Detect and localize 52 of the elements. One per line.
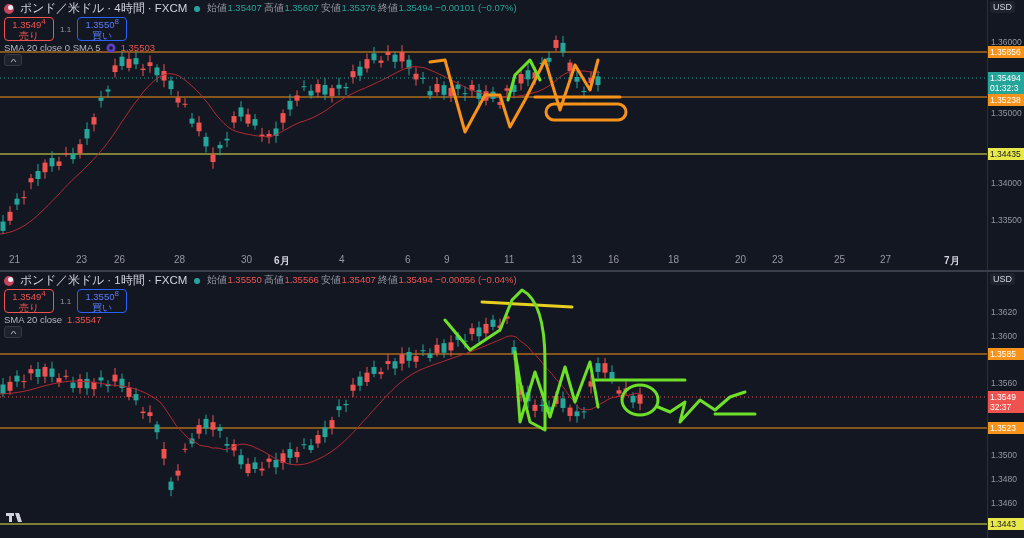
- sell-button[interactable]: 1.3549$^{4}$ 売り: [4, 17, 54, 41]
- time-tick: 25: [834, 254, 846, 265]
- spread-value: 1.1: [60, 296, 72, 306]
- indicator-name[interactable]: SMA 20 close 0 SMA 5: [4, 42, 101, 53]
- symbol-title[interactable]: ポンド／米ドル · 1時間 · FXCM: [20, 273, 188, 288]
- ohlc-values: 始値1.35407 高値1.35607 安値1.35376 終値1.35494 −0.00101 (−0.07%): [207, 2, 517, 15]
- price-marker: 1.3549 32:37: [988, 391, 1024, 413]
- time-tick: 4: [339, 254, 345, 265]
- indicator-value: 1.35503: [120, 42, 155, 53]
- time-tick: 6: [405, 254, 411, 265]
- price-marker: 1.35238: [988, 94, 1024, 106]
- time-tick: 20: [735, 254, 747, 265]
- indicator-value: 1.35547: [67, 314, 102, 325]
- price-marker: 1.3523: [988, 422, 1024, 434]
- time-tick: 26: [114, 254, 126, 265]
- time-tick: 6月: [274, 254, 290, 268]
- price-tick: 1.3500: [991, 450, 1017, 460]
- time-tick: 27: [880, 254, 892, 265]
- price-tick: 1.3600: [991, 331, 1017, 341]
- time-tick: 11: [504, 254, 515, 265]
- currency-label[interactable]: USD: [990, 1, 1015, 13]
- indicator-name[interactable]: SMA 20 close: [4, 314, 63, 325]
- price-tick: 1.33500: [991, 215, 1022, 225]
- time-tick: 13: [571, 254, 583, 265]
- symbol-title[interactable]: ポンド／米ドル · 4時間 · FXCM: [20, 1, 188, 16]
- price-tick: 1.34000: [991, 178, 1022, 188]
- price-tick: 1.36000: [991, 37, 1022, 47]
- price-marker: 1.34435: [988, 148, 1024, 160]
- price-tick: 1.3460: [991, 498, 1017, 508]
- time-tick: 28: [174, 254, 186, 265]
- price-tick: 1.3620: [991, 307, 1017, 317]
- ohlc-values: 始値1.35550 高値1.35566 安値1.35407 終値1.35494 −0.00056 (−0.04%): [207, 274, 517, 287]
- time-tick: 9: [444, 254, 450, 265]
- price-tick: 1.3480: [991, 474, 1017, 484]
- time-tick: 7月: [944, 254, 960, 268]
- time-tick: 23: [772, 254, 784, 265]
- price-marker: 1.35494 01:32:3: [988, 72, 1024, 94]
- currency-label[interactable]: USD: [990, 273, 1015, 285]
- price-tick: 1.3560: [991, 378, 1017, 388]
- time-tick: 21: [9, 254, 21, 265]
- time-tick: 23: [76, 254, 88, 265]
- buy-button[interactable]: 1.3550$^{8}$ 買い: [77, 289, 128, 313]
- price-marker: 1.3585: [988, 348, 1024, 360]
- time-tick: 18: [668, 254, 680, 265]
- time-tick: 16: [608, 254, 620, 265]
- price-marker: 1.3443: [988, 518, 1024, 530]
- time-tick: 30: [241, 254, 253, 265]
- buy-button[interactable]: 1.3550$^{8}$ 買い: [77, 17, 128, 41]
- spread-value: 1.1: [60, 24, 72, 34]
- price-marker: 1.35856: [988, 46, 1024, 58]
- sell-button[interactable]: 1.3549$^{4}$ 売り: [4, 289, 54, 313]
- price-tick: 1.35000: [991, 108, 1022, 118]
